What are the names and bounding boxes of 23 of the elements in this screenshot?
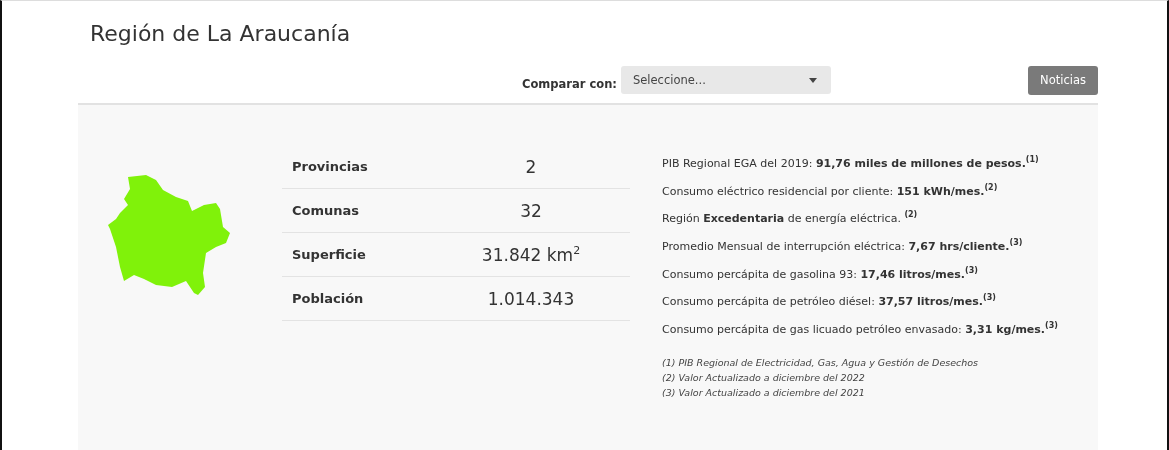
stat-label: Comunas <box>291 203 361 218</box>
stat-value: 2 <box>524 156 538 177</box>
stat-value: 31.842 km$^{2}$ <box>480 244 582 265</box>
compare-label: Comparar con: <box>522 77 617 91</box>
stat-value: 32 <box>519 200 543 221</box>
news-button[interactable]: Noticias <box>1028 65 1098 95</box>
fact-text: PIB Regional EGA del 2019: 91,76 miles de millones de pesos.$^{(1)}$ <box>662 154 1040 171</box>
footnote-text: (2) Valor Actualizado a diciembre del 2022 <box>662 370 866 385</box>
stat-label: Superficie <box>291 247 367 262</box>
fact-text: Consumo percápita de gasolina 93: 17,46 litros/mes.$^{(3)}$ <box>662 264 979 282</box>
caret-icon <box>808 77 817 83</box>
fact-text: Consumo eléctrico residencial por cliente: 151 kWh/mes.$^{(2)}$ <box>662 181 999 199</box>
fact-text: Promedio Mensual de interrupción eléctrica: 7,67 hrs/cliente.$^{(3)}$ <box>662 236 1024 254</box>
fact-text: Región Excedentaria de energía eléctrica. $^{(2)}$ <box>662 209 919 226</box>
stat-label: Provincias <box>291 159 369 174</box>
fact-text: Consumo percápita de gas licuado petróleo envasado: 3,31 kg/mes.$^{(3)}$ <box>662 319 1058 337</box>
fact-text: Consumo percápita de petróleo diésel: 37,57 litros/mes.$^{(3)}$ <box>662 292 997 309</box>
footnote-text: (3) Valor Actualizado a diciembre del 2021 <box>662 385 866 400</box>
page-title: Región de La Araucanía <box>89 20 352 48</box>
footnote-text: (1) PIB Regional de Electricidad, Gas, Agua y Gestión de Desechos <box>662 355 980 370</box>
compare-select[interactable]: Seleccione... <box>620 66 831 94</box>
stat-value: 1.014.343 <box>486 288 576 309</box>
stat-label: Población <box>291 291 365 306</box>
